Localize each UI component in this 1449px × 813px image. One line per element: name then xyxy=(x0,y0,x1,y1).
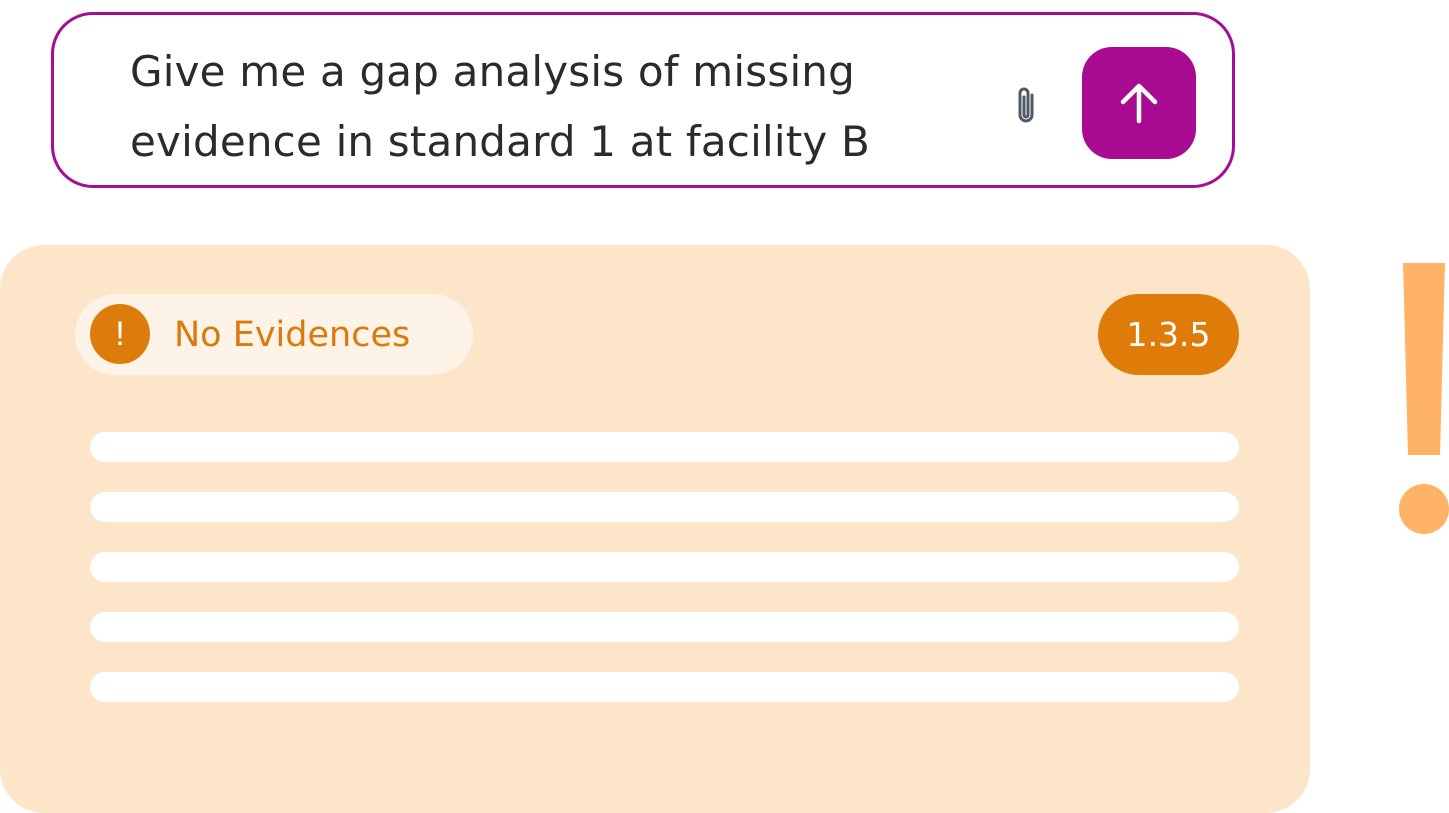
warning-icon: ! xyxy=(90,304,150,364)
chat-input-text[interactable]: Give me a gap analysis of missing eviden… xyxy=(130,37,990,177)
placeholder-line xyxy=(90,672,1239,702)
placeholder-line xyxy=(90,432,1239,462)
exclamation-mark-icon xyxy=(1398,263,1449,535)
paperclip-icon[interactable] xyxy=(1012,85,1044,129)
placeholder-line xyxy=(90,492,1239,522)
placeholder-line xyxy=(90,552,1239,582)
placeholder-line xyxy=(90,612,1239,642)
status-badge: ! No Evidences xyxy=(75,294,473,375)
send-button[interactable] xyxy=(1082,47,1196,159)
arrow-up-icon xyxy=(1120,83,1158,124)
evidence-result-card: ! No Evidences 1.3.5 xyxy=(0,245,1310,813)
standard-code-badge: 1.3.5 xyxy=(1098,294,1239,375)
status-label: No Evidences xyxy=(174,315,411,355)
chat-input-box[interactable]: Give me a gap analysis of missing eviden… xyxy=(51,12,1235,188)
